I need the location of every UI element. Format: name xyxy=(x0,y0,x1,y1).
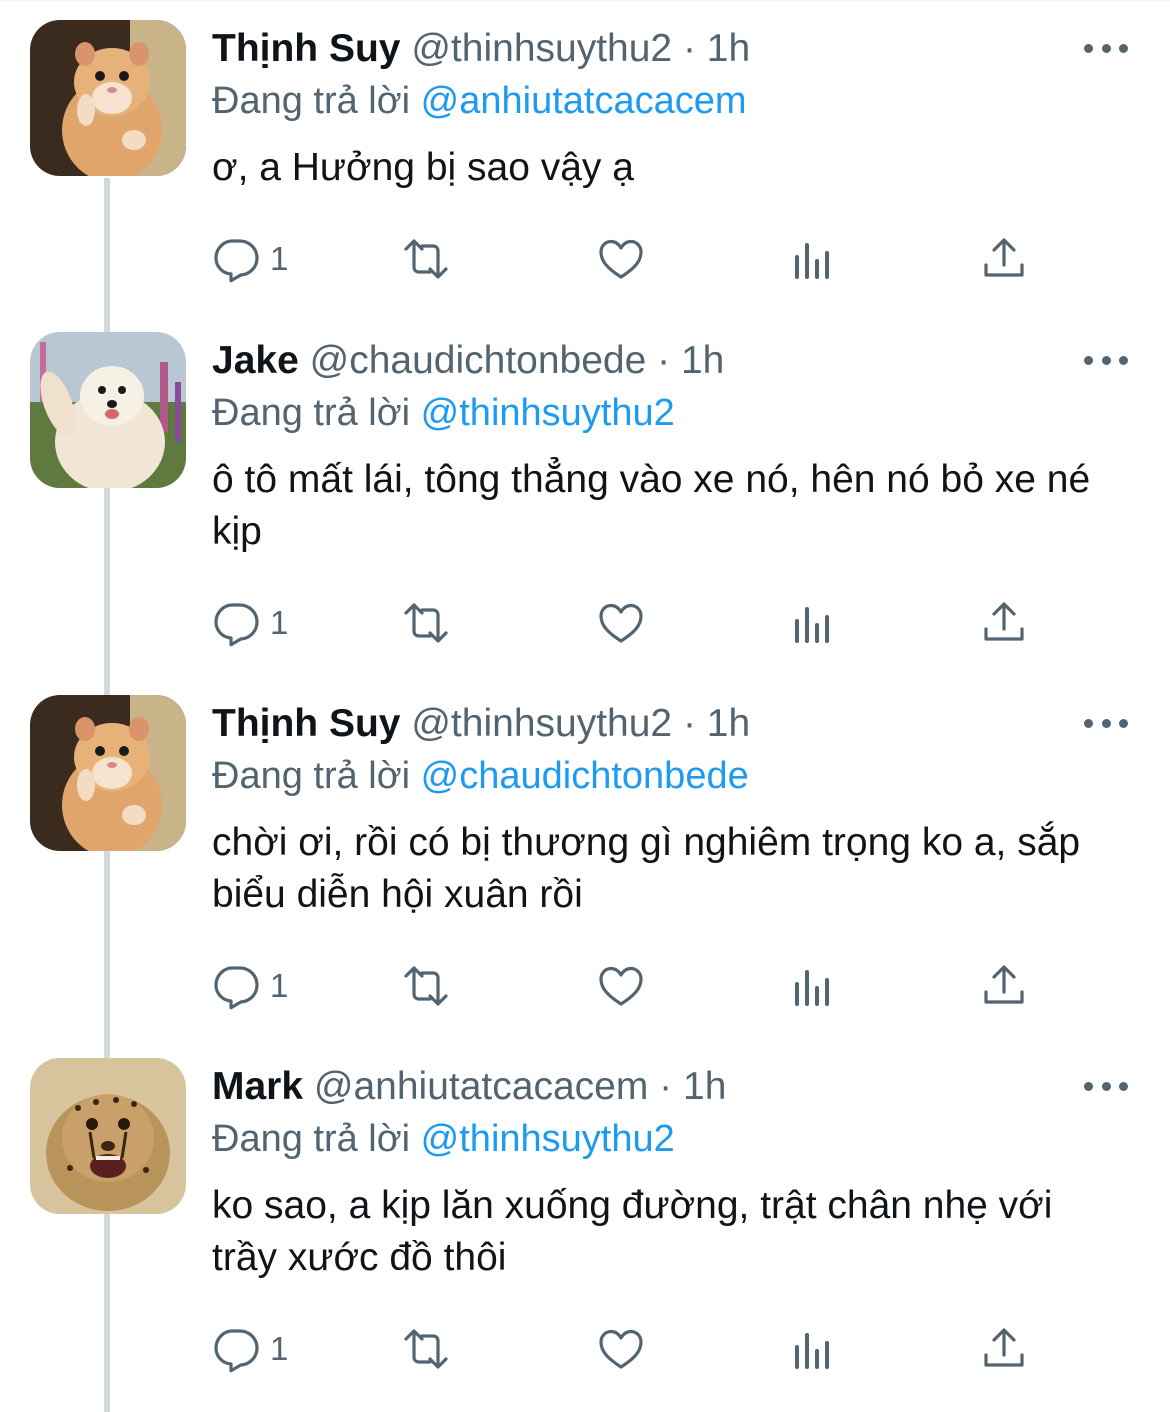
retweet-button[interactable] xyxy=(402,234,450,284)
share-icon xyxy=(984,602,1024,641)
share-icon xyxy=(984,965,1024,1004)
timestamp[interactable]: 1h xyxy=(683,1065,726,1108)
replying-to: Đang trả lời @anhiutatcacacem xyxy=(212,76,747,126)
reply-icon xyxy=(214,603,259,647)
user-handle[interactable]: @thinhsuythu2 xyxy=(411,27,672,70)
reply-button[interactable]: 1 xyxy=(212,1324,288,1374)
action-bar: 1 xyxy=(212,234,1072,284)
retweet-button[interactable] xyxy=(402,961,450,1011)
action-bar: 1 xyxy=(212,961,1072,1011)
views-icon xyxy=(795,1333,829,1369)
tweet[interactable]: Thịnh Suy @thinhsuythu2 · 1h Đang trả lờ… xyxy=(0,0,1170,330)
separator-dot: · xyxy=(659,1065,673,1108)
avatar-cheetah[interactable] xyxy=(30,1058,186,1214)
retweet-icon xyxy=(404,239,448,279)
separator-dot: · xyxy=(657,339,671,382)
user-handle[interactable]: @anhiutatcacacem xyxy=(314,1065,648,1108)
retweet-button[interactable] xyxy=(402,598,450,648)
separator-dot: · xyxy=(682,702,696,745)
replying-to-user[interactable]: @chaudichtonbede xyxy=(421,755,749,797)
share-button[interactable] xyxy=(980,234,1028,284)
views-button[interactable] xyxy=(788,234,836,284)
tweet-header: Thịnh Suy @thinhsuythu2 · 1h xyxy=(212,24,750,74)
views-icon xyxy=(795,970,829,1006)
like-button[interactable] xyxy=(597,961,645,1011)
retweet-icon xyxy=(404,966,448,1006)
replying-to: Đang trả lời @thinhsuythu2 xyxy=(212,388,675,438)
tweet[interactable]: Mark @anhiutatcacacem · 1h Đang trả lời … xyxy=(0,1038,1170,1373)
action-bar: 1 xyxy=(212,1324,1072,1374)
reply-count: 1 xyxy=(270,967,289,1004)
tweet-text: ô tô mất lái, tông thẳng vào xe nó, hên … xyxy=(212,458,1091,553)
replying-to-label: Đang trả lời xyxy=(212,1118,411,1160)
share-button[interactable] xyxy=(980,961,1028,1011)
replying-to: Đang trả lời @chaudichtonbede xyxy=(212,751,749,801)
reply-button[interactable]: 1 xyxy=(212,234,288,284)
display-name[interactable]: Jake xyxy=(212,339,299,382)
share-icon xyxy=(984,1328,1024,1367)
like-icon xyxy=(599,603,643,643)
tweet-header: Thịnh Suy @thinhsuythu2 · 1h xyxy=(212,699,750,749)
replying-to-user[interactable]: @anhiutatcacacem xyxy=(421,80,747,122)
like-button[interactable] xyxy=(597,1324,645,1374)
replying-to-user[interactable]: @thinhsuythu2 xyxy=(421,1118,675,1160)
tweet-header: Mark @anhiutatcacacem · 1h xyxy=(212,1062,726,1112)
avatar-dog[interactable] xyxy=(30,332,186,488)
views-icon xyxy=(795,243,829,279)
timestamp[interactable]: 1h xyxy=(707,27,750,70)
reply-button[interactable]: 1 xyxy=(212,961,288,1011)
user-handle[interactable]: @chaudichtonbede xyxy=(310,339,647,382)
tweet-header: Jake @chaudichtonbede · 1h xyxy=(212,336,724,386)
more-icon[interactable] xyxy=(1084,350,1128,370)
like-button[interactable] xyxy=(597,234,645,284)
views-button[interactable] xyxy=(788,961,836,1011)
views-button[interactable] xyxy=(788,1324,836,1374)
avatar-hamster[interactable] xyxy=(30,695,186,851)
reply-icon xyxy=(214,966,259,1010)
more-icon[interactable] xyxy=(1084,1076,1128,1096)
more-icon[interactable] xyxy=(1084,38,1128,58)
tweet[interactable]: Jake @chaudichtonbede · 1h Đang trả lời … xyxy=(0,312,1170,647)
display-name[interactable]: Thịnh Suy xyxy=(212,702,401,745)
share-icon xyxy=(984,238,1024,277)
timestamp[interactable]: 1h xyxy=(681,339,724,382)
display-name[interactable]: Mark xyxy=(212,1065,303,1108)
replying-to: Đang trả lời @thinhsuythu2 xyxy=(212,1114,675,1164)
views-icon xyxy=(795,607,829,643)
more-icon[interactable] xyxy=(1084,713,1128,733)
tweet[interactable]: Thịnh Suy @thinhsuythu2 · 1h Đang trả lờ… xyxy=(0,675,1170,1010)
retweet-icon xyxy=(404,603,448,643)
tweet-text: ko sao, a kịp lăn xuống đường, trật chân… xyxy=(212,1184,1053,1279)
replying-to-label: Đang trả lời xyxy=(212,80,411,122)
reply-button[interactable]: 1 xyxy=(212,598,288,648)
reply-icon xyxy=(214,1329,259,1373)
replying-to-user[interactable]: @thinhsuythu2 xyxy=(421,392,675,434)
tweet-text: ơ, a Hưởng bị sao vậy ạ xyxy=(212,146,634,189)
like-icon xyxy=(599,966,643,1006)
reply-count: 1 xyxy=(270,1330,289,1367)
reply-count: 1 xyxy=(270,240,289,277)
replying-to-label: Đang trả lời xyxy=(212,755,411,797)
avatar-hamster[interactable] xyxy=(30,20,186,176)
reply-count: 1 xyxy=(270,604,289,641)
retweet-icon xyxy=(404,1329,448,1369)
separator-dot: · xyxy=(682,27,696,70)
tweet-text: chời ơi, rồi có bị thương gì nghiêm trọn… xyxy=(212,821,1081,916)
replying-to-label: Đang trả lời xyxy=(212,392,411,434)
like-button[interactable] xyxy=(597,598,645,648)
share-button[interactable] xyxy=(980,598,1028,648)
share-button[interactable] xyxy=(980,1324,1028,1374)
like-icon xyxy=(599,1329,643,1369)
views-button[interactable] xyxy=(788,598,836,648)
action-bar: 1 xyxy=(212,598,1072,648)
reply-icon xyxy=(214,239,259,283)
retweet-button[interactable] xyxy=(402,1324,450,1374)
user-handle[interactable]: @thinhsuythu2 xyxy=(411,702,672,745)
timestamp[interactable]: 1h xyxy=(707,702,750,745)
display-name[interactable]: Thịnh Suy xyxy=(212,27,401,70)
like-icon xyxy=(599,239,643,279)
